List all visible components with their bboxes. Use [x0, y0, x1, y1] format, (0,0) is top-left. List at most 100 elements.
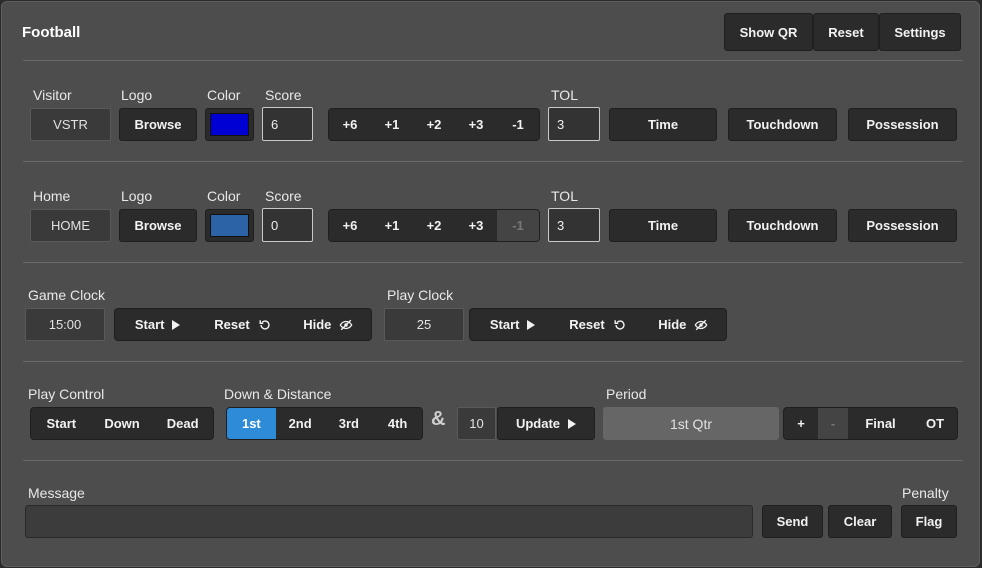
- visitor-touchdown-button[interactable]: Touchdown: [728, 108, 837, 141]
- visitor-color-picker[interactable]: [205, 108, 254, 141]
- penalty-flag-button[interactable]: Flag: [901, 505, 957, 538]
- visitor-logo-browse-button[interactable]: Browse: [119, 108, 197, 141]
- play-icon: [527, 319, 536, 330]
- play-clock-start-button[interactable]: Start: [470, 309, 555, 340]
- message-send-button[interactable]: Send: [762, 505, 823, 538]
- period-final-button[interactable]: Final: [848, 408, 913, 439]
- visitor-name-field[interactable]: VSTR: [30, 108, 111, 141]
- play-control-group: Start Down Dead: [30, 407, 214, 440]
- home-color-picker[interactable]: [205, 209, 254, 242]
- update-label: Update: [515, 416, 561, 431]
- play-clock-reset-label: Reset: [569, 317, 605, 332]
- reset-icon: [259, 319, 270, 330]
- reset-icon: [614, 319, 625, 330]
- home-score-input[interactable]: 0: [262, 208, 313, 242]
- visitor-plus2-button[interactable]: +2: [413, 109, 455, 140]
- period-controls: + - Final OT: [783, 407, 958, 440]
- divider: [23, 262, 963, 263]
- settings-button[interactable]: Settings: [879, 13, 961, 51]
- game-clock-start-label: Start: [134, 317, 165, 332]
- game-clock-hide-button[interactable]: Hide: [286, 309, 371, 340]
- play-dead-button[interactable]: Dead: [152, 408, 213, 439]
- game-clock-value[interactable]: 15:00: [25, 308, 105, 341]
- reset-all-button[interactable]: Reset: [813, 13, 879, 51]
- down-4th-button[interactable]: 4th: [373, 408, 422, 439]
- period-label: Period: [606, 386, 647, 402]
- home-color-label: Color: [207, 188, 241, 204]
- distance-input[interactable]: 10: [457, 407, 496, 440]
- play-clock-hide-label: Hide: [658, 317, 687, 332]
- play-icon: [568, 418, 577, 429]
- game-clock-hide-label: Hide: [303, 317, 332, 332]
- home-name-field[interactable]: HOME: [30, 209, 111, 242]
- play-clock-label: Play Clock: [387, 287, 454, 303]
- app-title: Football: [22, 24, 81, 41]
- update-button[interactable]: Update: [497, 407, 595, 440]
- play-clock-value[interactable]: 25: [384, 308, 464, 341]
- eye-slash-icon: [340, 319, 353, 330]
- home-minus1-button[interactable]: -1: [497, 210, 539, 241]
- visitor-time-button[interactable]: Time: [609, 108, 717, 141]
- home-tol-input[interactable]: 3: [548, 208, 600, 242]
- play-icon: [172, 319, 181, 330]
- message-clear-button[interactable]: Clear: [828, 505, 892, 538]
- divider: [23, 460, 963, 461]
- visitor-label: Visitor: [33, 87, 72, 103]
- visitor-color-label: Color: [207, 87, 241, 103]
- scoreboard-panel: Football Show QR Reset Settings Visitor …: [1, 1, 980, 567]
- play-control-label: Play Control: [28, 386, 105, 402]
- game-clock-reset-button[interactable]: Reset: [200, 309, 285, 340]
- down-1st-button[interactable]: 1st: [227, 408, 276, 439]
- game-clock-start-button[interactable]: Start: [115, 309, 200, 340]
- visitor-logo-label: Logo: [121, 87, 153, 103]
- down-3rd-button[interactable]: 3rd: [325, 408, 374, 439]
- play-start-button[interactable]: Start: [31, 408, 92, 439]
- home-logo-browse-button[interactable]: Browse: [119, 209, 197, 242]
- visitor-color-swatch: [210, 113, 249, 136]
- visitor-possession-button[interactable]: Possession: [848, 108, 957, 141]
- play-clock-start-label: Start: [489, 317, 520, 332]
- period-plus-button[interactable]: +: [784, 408, 818, 439]
- home-score-buttons: +6 +1 +2 +3 -1: [328, 209, 540, 242]
- play-down-button[interactable]: Down: [92, 408, 153, 439]
- divider: [23, 60, 963, 61]
- eye-slash-icon: [695, 319, 708, 330]
- divider: [23, 361, 963, 362]
- home-score-label: Score: [265, 188, 302, 204]
- home-tol-label: TOL: [551, 188, 578, 204]
- period-ot-button[interactable]: OT: [913, 408, 957, 439]
- period-minus-button[interactable]: -: [818, 408, 848, 439]
- home-plus2-button[interactable]: +2: [413, 210, 455, 241]
- home-time-button[interactable]: Time: [609, 209, 717, 242]
- home-plus3-button[interactable]: +3: [455, 210, 497, 241]
- visitor-score-input[interactable]: 6: [262, 107, 313, 141]
- divider: [23, 161, 963, 162]
- down-distance-label: Down & Distance: [224, 386, 332, 402]
- game-clock-controls: Start Reset Hide: [114, 308, 372, 341]
- message-label: Message: [28, 485, 85, 501]
- home-color-swatch: [210, 214, 249, 237]
- down-2nd-button[interactable]: 2nd: [276, 408, 325, 439]
- play-clock-controls: Start Reset Hide: [469, 308, 727, 341]
- home-plus6-button[interactable]: +6: [329, 210, 371, 241]
- down-selector: 1st 2nd 3rd 4th: [226, 407, 423, 440]
- game-clock-label: Game Clock: [28, 287, 106, 303]
- home-plus1-button[interactable]: +1: [371, 210, 413, 241]
- visitor-plus3-button[interactable]: +3: [455, 109, 497, 140]
- show-qr-button[interactable]: Show QR: [724, 13, 813, 51]
- ampersand-label: &: [431, 408, 446, 430]
- home-touchdown-button[interactable]: Touchdown: [728, 209, 837, 242]
- game-clock-reset-label: Reset: [214, 317, 250, 332]
- visitor-minus1-button[interactable]: -1: [497, 109, 539, 140]
- message-input[interactable]: [25, 505, 753, 538]
- home-label: Home: [33, 188, 71, 204]
- visitor-tol-input[interactable]: 3: [548, 107, 600, 141]
- visitor-score-buttons: +6 +1 +2 +3 -1: [328, 108, 540, 141]
- visitor-tol-label: TOL: [551, 87, 578, 103]
- play-clock-reset-button[interactable]: Reset: [555, 309, 640, 340]
- visitor-plus1-button[interactable]: +1: [371, 109, 413, 140]
- visitor-score-label: Score: [265, 87, 302, 103]
- visitor-plus6-button[interactable]: +6: [329, 109, 371, 140]
- home-possession-button[interactable]: Possession: [848, 209, 957, 242]
- play-clock-hide-button[interactable]: Hide: [641, 309, 726, 340]
